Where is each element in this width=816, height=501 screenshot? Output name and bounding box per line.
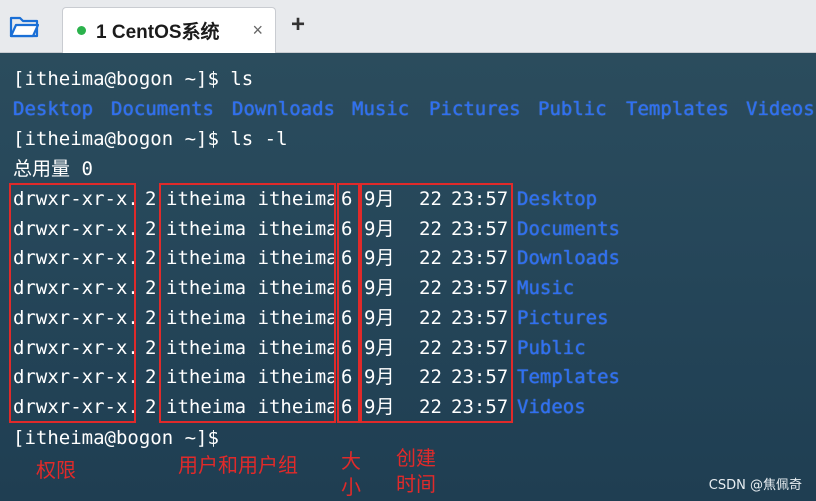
links-cell: 2: [145, 306, 157, 329]
name-cell: Downloads: [517, 247, 620, 270]
dir-documents: Documents: [111, 98, 214, 120]
tab-bar: 1 CentOS系统 × +: [0, 0, 816, 53]
ls-output-line: Desktop Documents Downloads Music Pictur…: [0, 94, 816, 124]
dir-pictures: Pictures: [429, 98, 521, 120]
tab-centos[interactable]: 1 CentOS系统 ×: [62, 7, 276, 53]
name-cell: Templates: [517, 366, 620, 389]
annotation-size-2: 小: [341, 475, 361, 499]
links-cell: 2: [145, 336, 157, 359]
dir-templates: Templates: [626, 98, 729, 120]
links-cell: 2: [145, 366, 157, 389]
name-cell: Music: [517, 277, 575, 300]
name-cell: Desktop: [517, 188, 598, 210]
name-cell: Pictures: [517, 306, 609, 329]
name-cell: Public: [517, 336, 586, 359]
annotation-size-1: 大: [341, 449, 361, 473]
highlight-time: [360, 183, 513, 423]
links-cell: 2: [145, 188, 157, 210]
highlight-size: [337, 183, 360, 423]
dir-public: Public: [538, 98, 607, 120]
annotation-owner-group: 用户和用户组: [178, 453, 298, 477]
tab-title: 1 CentOS系统: [96, 22, 220, 43]
links-cell: 2: [145, 247, 157, 270]
annotation-time-1: 创建: [396, 446, 436, 470]
dir-downloads: Downloads: [232, 98, 335, 120]
prompt-line-final: [itheima@bogon ~]$: [13, 427, 219, 449]
name-cell: Videos: [517, 395, 586, 418]
prompt-line-ls-l: [itheima@bogon ~]$ ls -l: [13, 128, 288, 150]
dir-desktop: Desktop: [13, 98, 94, 120]
annotation-permissions: 权限: [36, 458, 76, 482]
annotation-time-2: 时间: [396, 472, 436, 496]
status-dot-icon: [77, 26, 86, 35]
new-tab-plus-icon[interactable]: +: [287, 12, 309, 38]
folder-icon[interactable]: [8, 12, 40, 40]
total-line: 总用量 0: [13, 158, 93, 180]
name-cell: Documents: [517, 217, 620, 240]
highlight-owner-group: [159, 183, 336, 423]
dir-music: Music: [352, 98, 410, 120]
terminal-area[interactable]: [itheima@bogon ~]$ ls Desktop Documents …: [0, 53, 816, 501]
close-icon[interactable]: ×: [252, 20, 263, 41]
highlight-permissions: [9, 183, 136, 423]
links-cell: 2: [145, 277, 157, 300]
watermark: CSDN @焦佩奇: [708, 478, 802, 493]
links-cell: 2: [145, 217, 157, 240]
prompt-line-ls: [itheima@bogon ~]$ ls: [13, 68, 254, 90]
links-cell: 2: [145, 395, 157, 418]
dir-videos: Videos: [746, 98, 815, 120]
